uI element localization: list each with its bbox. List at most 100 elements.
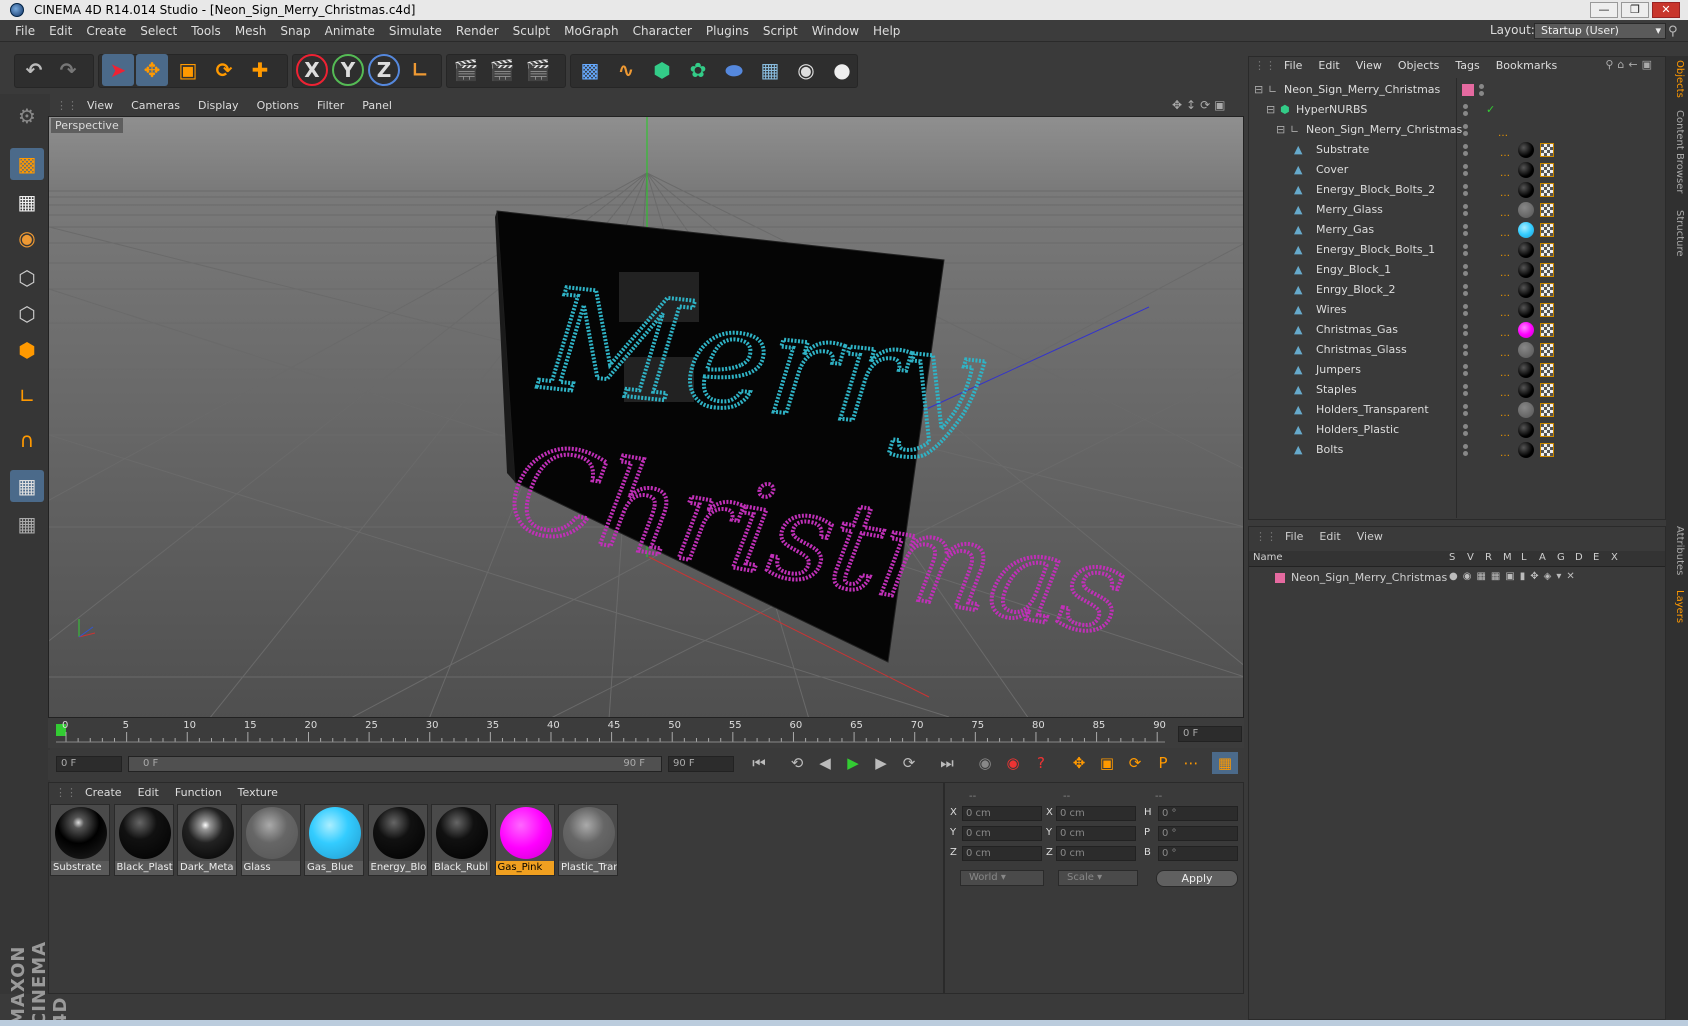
restore-button[interactable]: ❐ [1621,2,1649,18]
redo-icon[interactable]: ↷ [52,54,84,86]
material-tag-icon[interactable] [1518,262,1534,278]
x-axis-icon[interactable]: X [296,54,328,86]
uvw-tag-icon[interactable] [1540,223,1554,237]
object-row[interactable]: ▲ Cover… [1250,160,1664,180]
material-tag-icon[interactable] [1518,142,1534,158]
snap-magnet-icon[interactable]: ∩ [10,424,44,456]
menu-tools[interactable]: Tools [184,20,228,42]
object-menu-bookmarks[interactable]: Bookmarks [1488,56,1565,76]
coord-value-field[interactable]: 0 ° [1158,826,1238,841]
material-menu-create[interactable]: Create [77,783,130,803]
visibility-dots[interactable] [1462,382,1470,398]
coord-value-field[interactable]: 0 cm [1056,826,1136,841]
object-row[interactable]: ▲ Bolts… [1250,440,1664,460]
object-row-hypernurbs[interactable]: ⊟ ⬢ HyperNURBS ✓ [1250,100,1664,120]
play-icon[interactable]: ▶ [840,752,866,774]
layer-col-s[interactable]: S [1449,552,1455,563]
array-icon[interactable]: ✿ [682,54,714,86]
polygons-mode-icon[interactable]: ⬢ [10,334,44,366]
object-row[interactable]: ▲ Christmas_Gas… [1250,320,1664,340]
collapse-icon[interactable]: ⊟ [1266,104,1278,116]
visibility-dots[interactable] [1462,242,1470,258]
coord-value-field[interactable]: 0 cm [962,806,1042,821]
uvw-tag-icon[interactable] [1540,243,1554,257]
visibility-dots[interactable] [1462,362,1470,378]
tab-structure[interactable]: Structure [1669,210,1685,257]
layer-col-x[interactable]: X [1611,552,1618,563]
layer-col-m[interactable]: M [1503,552,1512,563]
visibility-dots[interactable] [1462,442,1470,458]
tab-objects[interactable]: Objects [1669,60,1685,98]
object-row[interactable]: ▲ Holders_Plastic… [1250,420,1664,440]
visibility-dots[interactable] [1462,302,1470,318]
layer-menu-file[interactable]: File [1277,527,1311,547]
object-menu-file[interactable]: File [1276,56,1310,76]
menu-select[interactable]: Select [133,20,184,42]
viewport-menu-cameras[interactable]: Cameras [122,97,189,115]
uvw-tag-icon[interactable] [1540,383,1554,397]
material-swatch[interactable]: Gas_Pink [494,804,555,876]
keyframe-help-icon[interactable]: ? [1028,752,1054,774]
uvw-tag-icon[interactable] [1540,263,1554,277]
uvw-tag-icon[interactable] [1540,303,1554,317]
goto-next-key-icon[interactable]: ⟳ [896,752,922,774]
visibility-dots[interactable] [1462,342,1470,358]
uvw-tag-icon[interactable] [1540,343,1554,357]
phong-tag-icon[interactable]: … [1500,364,1512,379]
uvw-tag-icon[interactable] [1540,423,1554,437]
object-row-root[interactable]: ⊟ ∟ Neon_Sign_Merry_Christmas [1250,80,1664,100]
viewport-menu-display[interactable]: Display [189,97,248,115]
object-row[interactable]: ▲ Merry_Glass… [1250,200,1664,220]
tab-attributes[interactable]: Attributes [1669,526,1685,575]
object-row[interactable]: ▲ Substrate… [1250,140,1664,160]
current-frame-field[interactable]: 0 F [1178,726,1242,742]
material-tag-icon[interactable] [1518,322,1534,338]
object-row[interactable]: ▲ Engy_Block_1… [1250,260,1664,280]
light-icon[interactable]: ● [826,54,858,86]
visibility-dots[interactable] [1462,322,1470,338]
visibility-dots[interactable] [1462,402,1470,418]
workplane-lock-icon[interactable]: ▦ [10,470,44,502]
material-tag-icon[interactable] [1518,422,1534,438]
coord-value-field[interactable]: 0 cm [962,846,1042,861]
phong-tag-icon[interactable]: … [1500,284,1512,299]
material-menu-function[interactable]: Function [167,783,230,803]
layer-flag-icons[interactable]: ●◉▦▦▣▮✥◈▾✕ [1449,571,1580,582]
coord-value-field[interactable]: 0 cm [962,826,1042,841]
key-pla-icon[interactable]: ⋯ [1178,752,1204,774]
enabled-check-icon[interactable]: ✓ [1486,100,1495,120]
material-tag-icon[interactable] [1518,282,1534,298]
close-button[interactable]: ✕ [1652,2,1680,18]
viewport-menu-filter[interactable]: Filter [308,97,353,115]
viewport-menu-view[interactable]: View [78,97,122,115]
material-tag-icon[interactable] [1518,222,1534,238]
menu-render[interactable]: Render [449,20,506,42]
material-swatch[interactable]: Plastic_Trar [558,804,618,876]
edges-mode-icon[interactable]: ⬡ [10,298,44,330]
material-swatch[interactable]: Black_Plast [113,804,174,876]
phong-tag-icon[interactable]: … [1500,184,1512,199]
live-selection-icon[interactable]: ➤ [102,54,134,86]
material-tag-icon[interactable] [1518,242,1534,258]
layer-col-r[interactable]: R [1485,552,1492,563]
tab-layers[interactable]: Layers [1669,590,1685,623]
material-menu-edit[interactable]: Edit [130,783,167,803]
phong-tag-icon[interactable]: … [1500,264,1512,279]
key-rotation-icon[interactable]: ⟳ [1122,752,1148,774]
object-menu-tags[interactable]: Tags [1447,56,1487,76]
minimize-button[interactable]: — [1590,2,1618,18]
menu-help[interactable]: Help [866,20,907,42]
phong-tag-icon[interactable]: … [1500,244,1512,259]
visibility-dots[interactable] [1462,282,1470,298]
object-row[interactable]: ▲ Staples… [1250,380,1664,400]
floor-icon[interactable]: ▦ [754,54,786,86]
render-settings-icon[interactable]: 🎬 [522,54,554,86]
uvw-tag-icon[interactable] [1540,163,1554,177]
step-back-icon[interactable]: ◀ [812,752,838,774]
uvw-tag-icon[interactable] [1540,323,1554,337]
render-view-icon[interactable]: 🎬 [450,54,482,86]
nurbs-icon[interactable]: ⬢ [646,54,678,86]
texture-mode-icon[interactable]: ▦ [10,186,44,218]
key-scale-icon[interactable]: ▣ [1094,752,1120,774]
object-row[interactable]: ▲ Energy_Block_Bolts_1… [1250,240,1664,260]
